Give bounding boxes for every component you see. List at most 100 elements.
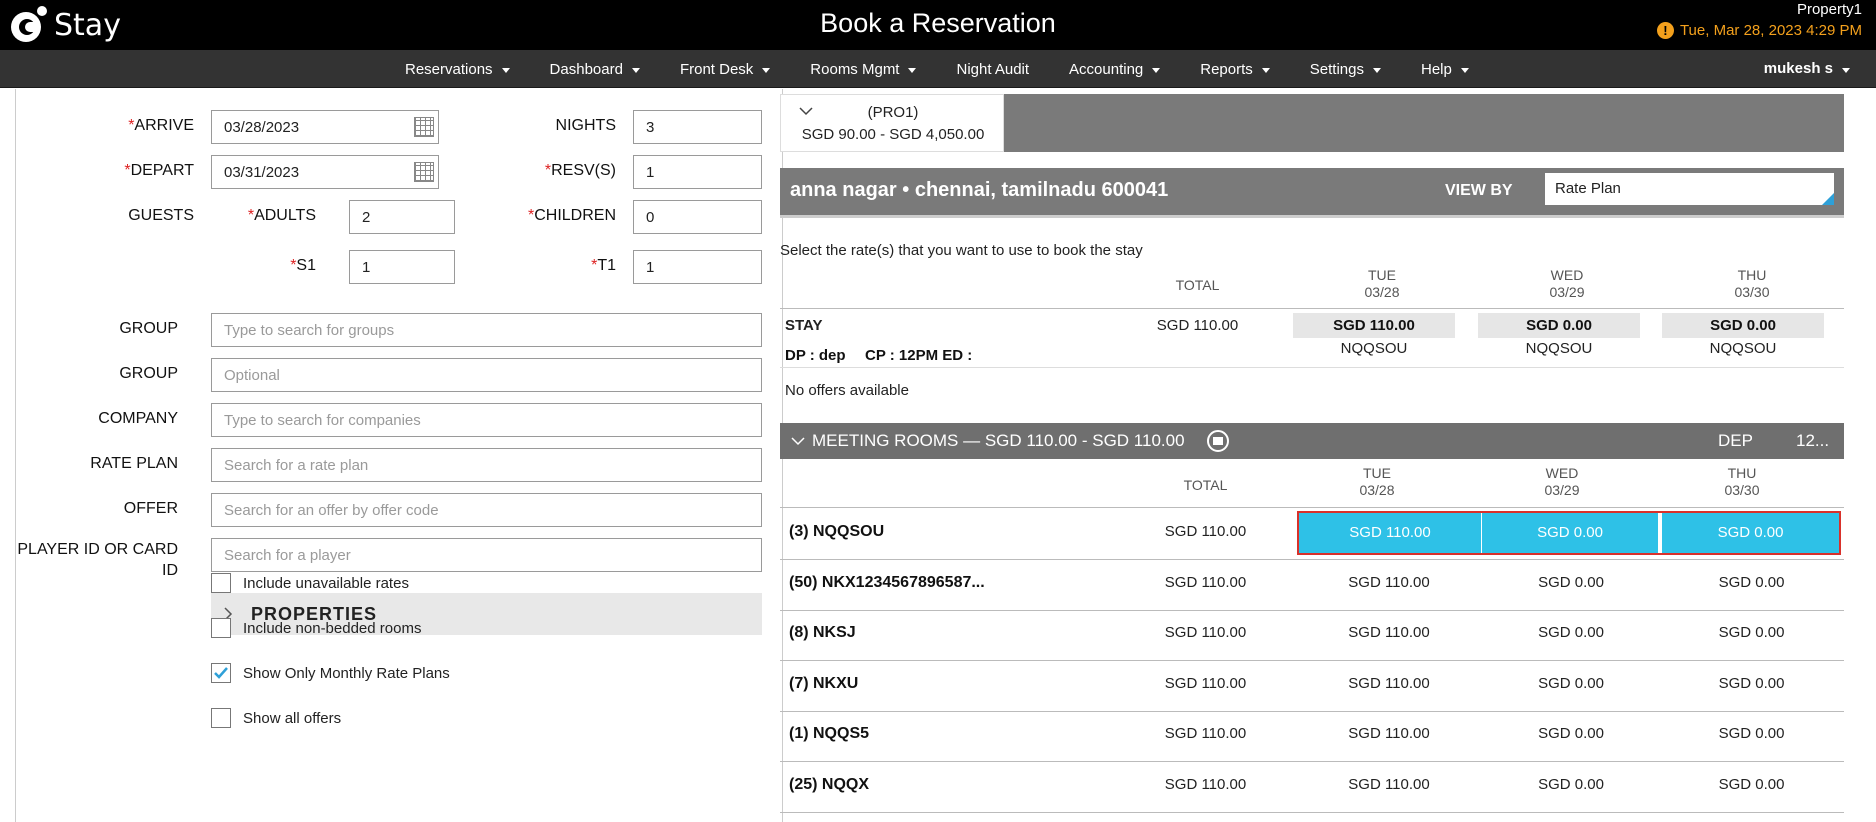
view-by-select[interactable]: Rate Plan: [1545, 173, 1834, 205]
rate-day-cell[interactable]: SGD 110.00: [1297, 624, 1481, 641]
chevron-down-icon: [1261, 68, 1270, 73]
user-menu[interactable]: mukesh s: [1764, 60, 1850, 77]
row-divider: [780, 711, 1844, 712]
rate-plan-name[interactable]: (25) NQQX: [789, 776, 869, 794]
calendar-icon[interactable]: [414, 117, 434, 137]
rate-plan-name[interactable]: (8) NKSJ: [789, 624, 856, 642]
day-date: 03/28: [1359, 482, 1395, 498]
refresh-icon[interactable]: [1207, 430, 1229, 452]
rate-day-cell[interactable]: SGD 110.00: [1297, 776, 1481, 793]
chevron-down-icon: [1842, 67, 1850, 73]
rate-plan-search-input[interactable]: Search for a rate plan: [211, 448, 762, 482]
checkbox-row[interactable]: Include non-bedded rooms: [211, 618, 421, 638]
row-divider: [780, 610, 1844, 611]
depart-date-field[interactable]: 03/31/2023: [211, 155, 439, 189]
checkbox[interactable]: [211, 573, 231, 593]
property-tab[interactable]: (PRO1) SGD 90.00 - SGD 4,050.00: [780, 94, 1004, 152]
day-name: THU: [1737, 267, 1767, 283]
property-name[interactable]: Property1: [1797, 1, 1862, 18]
rate-day-cell[interactable]: SGD 110.00: [1297, 574, 1481, 591]
stay-total: SGD 110.00: [1156, 317, 1239, 334]
nav-item-front-desk[interactable]: Front Desk: [680, 61, 771, 78]
stay-day-rate: SGD 110.00: [1293, 313, 1455, 338]
top-bar: Stay Book a Reservation Property1 ! Tue,…: [0, 0, 1876, 50]
day-date: 03/30: [1724, 482, 1760, 498]
adults-input[interactable]: 2: [349, 200, 455, 234]
t1-input[interactable]: 1: [633, 250, 762, 284]
rate-day-cell[interactable]: SGD 0.00: [1662, 675, 1841, 692]
row-divider: [780, 559, 1844, 560]
location-bar: anna nagar • chennai, tamilnadu 600041 V…: [780, 168, 1844, 218]
nav-item-night-audit[interactable]: Night Audit: [956, 61, 1029, 78]
meeting-rooms-title: MEETING ROOMS — SGD 110.00 - SGD 110.00: [812, 431, 1185, 450]
nav-item-help[interactable]: Help: [1421, 61, 1469, 78]
resvs-input[interactable]: 1: [633, 155, 762, 189]
rate-plan-name[interactable]: (7) NKXU: [789, 675, 858, 693]
rate-day-cell[interactable]: SGD 0.00: [1482, 574, 1660, 591]
arrive-date-field[interactable]: 03/28/2023: [211, 110, 439, 144]
checkbox[interactable]: [211, 663, 231, 683]
rate-day-cell[interactable]: SGD 0.00: [1662, 725, 1841, 742]
group-optional-input[interactable]: Optional: [211, 358, 762, 392]
checkbox-label: Show Only Monthly Rate Plans: [243, 664, 450, 682]
group-optional-label: GROUP: [119, 365, 178, 382]
stay-total-header: TOTAL: [1175, 277, 1220, 293]
nav-item-label: Settings: [1309, 60, 1364, 78]
rate-day-cell[interactable]: SGD 0.00: [1662, 574, 1841, 591]
company-search-input[interactable]: Type to search for companies: [211, 403, 762, 437]
page-title: Book a Reservation: [820, 8, 1056, 38]
rate-day-cell[interactable]: SGD 0.00: [1482, 624, 1660, 641]
nav-item-reservations[interactable]: Reservations: [405, 61, 510, 78]
checkbox[interactable]: [211, 618, 231, 638]
children-input[interactable]: 0: [633, 200, 762, 234]
rate-day-cell[interactable]: SGD 0.00: [1482, 725, 1660, 742]
rate-day-cell[interactable]: SGD 0.00: [1662, 624, 1841, 641]
warning-icon: !: [1656, 22, 1674, 39]
rate-day-cell[interactable]: SGD 0.00: [1482, 675, 1660, 692]
s1-input[interactable]: 1: [349, 250, 455, 284]
rate-plan-name[interactable]: (1) NQQS5: [789, 725, 869, 743]
nav-item-settings[interactable]: Settings: [1310, 61, 1381, 78]
checkbox-label: Show all offers: [243, 709, 342, 727]
nav-item-label: Reservations: [405, 60, 493, 78]
day-name: TUE: [1368, 267, 1396, 283]
rate-plan-name[interactable]: (50) NKX1234567896587...: [789, 574, 985, 592]
chevron-down-icon[interactable]: [791, 436, 805, 446]
checkbox-row[interactable]: Show all offers: [211, 708, 341, 728]
nights-input[interactable]: 3: [633, 110, 762, 144]
rate-total: SGD 110.00: [1164, 725, 1247, 742]
checkbox[interactable]: [211, 708, 231, 728]
meeting-rooms-group-bar[interactable]: MEETING ROOMS — SGD 110.00 - SGD 110.00 …: [780, 423, 1844, 459]
player-search-input[interactable]: Search for a player: [211, 538, 762, 572]
calendar-icon[interactable]: [414, 162, 434, 182]
no-offers-text: No offers available: [785, 382, 909, 399]
rate-plan-name[interactable]: (3) NQQSOU: [789, 523, 884, 541]
rate-day-cell[interactable]: SGD 110.00: [1297, 725, 1481, 742]
checkmark-icon: [214, 667, 228, 679]
nav-item-rooms-mgmt[interactable]: Rooms Mgmt: [810, 61, 917, 78]
nav-item-dashboard[interactable]: Dashboard: [550, 61, 640, 78]
group-label: GROUP: [119, 320, 178, 337]
rate-day-cell[interactable]: SGD 0.00: [1482, 776, 1660, 793]
day-name: WED: [1550, 267, 1584, 283]
checkbox-label: Include non-bedded rooms: [243, 619, 422, 637]
offer-label: OFFER: [123, 500, 178, 517]
rate-day-cell[interactable]: SGD 0.00: [1662, 776, 1841, 793]
property-address: anna nagar • chennai, tamilnadu 600041: [790, 179, 1169, 201]
main-nav: Reservations Dashboard Front Desk Rooms Mgm…: [0, 50, 1876, 88]
chevron-down-icon: [1460, 68, 1469, 73]
chevron-down-icon: [1372, 68, 1381, 73]
checkbox-row[interactable]: Include unavailable rates: [211, 573, 409, 593]
group-search-input[interactable]: Type to search for groups: [211, 313, 762, 347]
nav-item-accounting[interactable]: Accounting: [1069, 61, 1161, 78]
offer-search-input[interactable]: Search for an offer by offer code: [211, 493, 762, 527]
stay-label: STAY: [785, 317, 823, 334]
property-rate-range: SGD 90.00 - SGD 4,050.00: [801, 126, 985, 143]
divider: [780, 507, 1844, 508]
checkbox-row[interactable]: Show Only Monthly Rate Plans: [211, 663, 450, 683]
user-name: mukesh s: [1763, 60, 1833, 77]
chevron-down-icon: [908, 68, 917, 73]
nav-item-label: Help: [1420, 60, 1452, 78]
rate-day-cell[interactable]: SGD 110.00: [1297, 675, 1481, 692]
nav-item-reports[interactable]: Reports: [1200, 61, 1270, 78]
